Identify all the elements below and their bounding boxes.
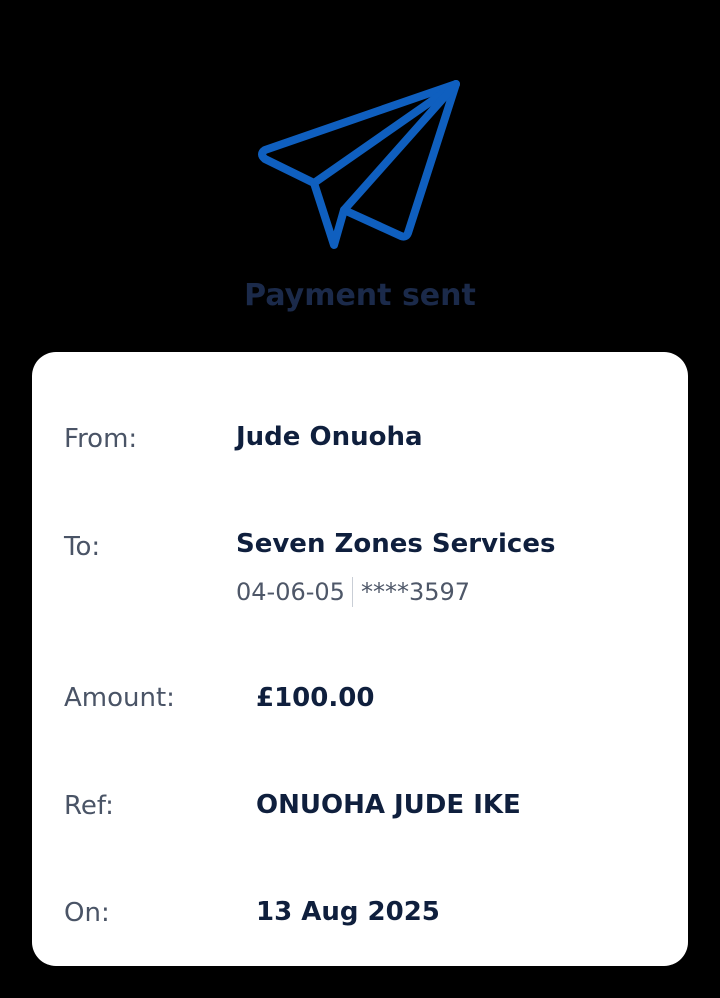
divider — [351, 577, 353, 607]
amount-value: £100.00 — [256, 683, 375, 713]
on-value: 13 Aug 2025 — [256, 897, 440, 927]
ref-value: ONUOHA JUDE IKE — [256, 790, 521, 820]
from-value: Jude Onuoha — [236, 422, 423, 452]
ref-label: Ref: — [64, 791, 114, 821]
on-label: On: — [64, 898, 110, 928]
amount-label: Amount: — [64, 683, 175, 713]
to-value: Seven Zones Services — [236, 529, 556, 559]
sort-code: 04-06-05 — [236, 578, 345, 606]
account-number: ****3597 — [360, 578, 471, 606]
from-label: From: — [64, 424, 138, 454]
payment-status-title: Payment sent — [244, 278, 476, 313]
paper-plane-icon — [256, 78, 464, 254]
to-label: To: — [64, 532, 101, 562]
receipt-card: From: Jude Onuoha To: Seven Zones Servic… — [32, 352, 688, 966]
to-account-details: 04-06-05 ****3597 — [236, 576, 470, 608]
